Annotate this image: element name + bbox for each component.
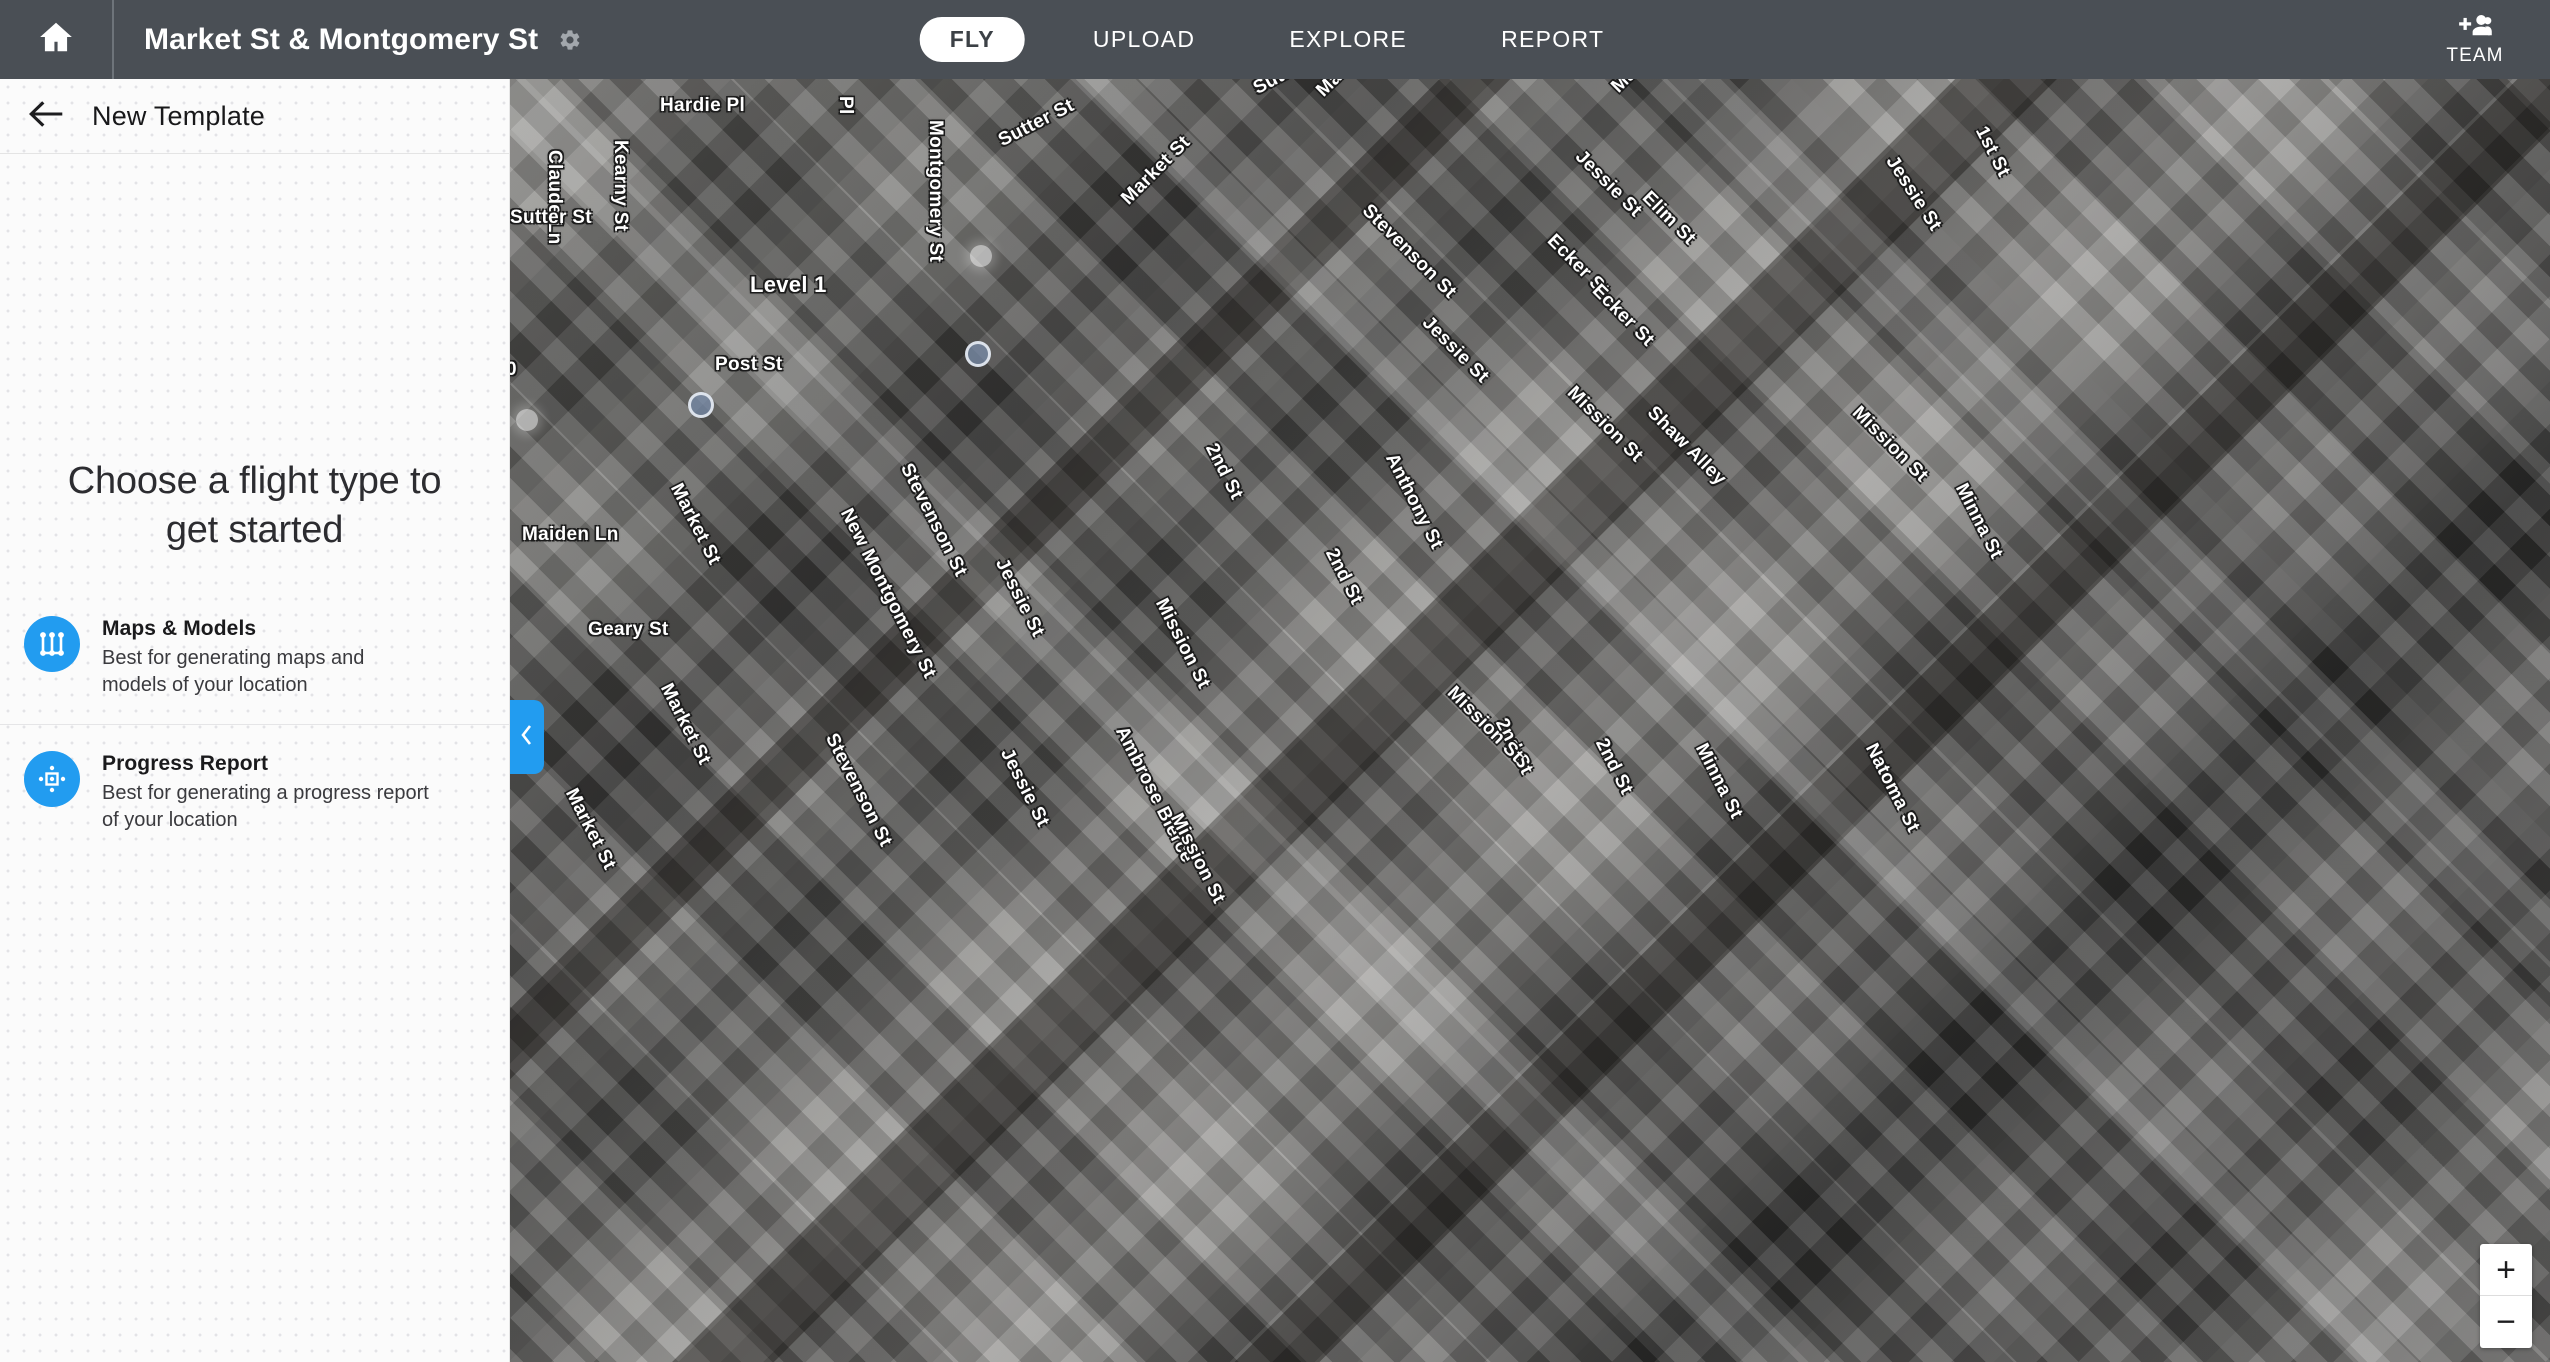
person-add-icon (2458, 13, 2492, 42)
flight-type-prompt: Choose a flight type to get started (67, 460, 442, 551)
flight-option-progress-report[interactable]: Progress Report Best for generating a pr… (0, 724, 509, 859)
tab-fly[interactable]: FLY (919, 17, 1025, 62)
polygon-boundary-icon (24, 616, 80, 673)
orbit-target-icon (24, 751, 80, 808)
left-sidebar-panel: New Template Choose a flight type to get… (0, 79, 510, 1362)
flight-option-title: Maps & Models (102, 617, 257, 641)
chevron-left-icon (519, 723, 535, 752)
map-canvas[interactable]: Hardie Pl Claude Ln Kearny St Montgomery St… (510, 79, 2550, 1362)
primary-nav-tabs: FLY UPLOAD EXPLORE REPORT (919, 0, 1631, 79)
flight-option-text: Maps & Models Best for generating maps a… (102, 616, 432, 698)
sidebar-header: New Template (0, 79, 509, 154)
flight-option-title: Progress Report (102, 752, 269, 776)
top-navigation-bar: Market St & Montgomery St FLY UPLOAD EXP… (0, 0, 2550, 79)
tab-report[interactable]: REPORT (1475, 17, 1630, 62)
arrow-left-icon (29, 100, 63, 132)
home-icon (37, 18, 75, 61)
flight-option-text: Progress Report Best for generating a pr… (102, 751, 432, 833)
back-button[interactable] (0, 79, 92, 154)
tab-explore[interactable]: EXPLORE (1263, 17, 1433, 62)
map-zoom-controls: + − (2480, 1244, 2532, 1348)
home-button[interactable] (0, 0, 112, 79)
flight-option-description: Best for generating a progress report of… (102, 782, 429, 831)
sidebar-title: New Template (92, 100, 265, 131)
team-label: TEAM (2446, 44, 2504, 66)
team-button[interactable]: TEAM (2420, 0, 2530, 79)
gear-icon[interactable] (558, 28, 582, 52)
page-title: Market St & Montgomery St (144, 22, 539, 56)
site-title-group: Market St & Montgomery St (114, 23, 582, 57)
sidebar-collapse-handle[interactable] (510, 700, 544, 774)
flight-option-maps-and-models[interactable]: Maps & Models Best for generating maps a… (0, 590, 509, 724)
zoom-out-button[interactable]: − (2480, 1296, 2532, 1348)
sidebar-content: Choose a flight type to get started Maps… (0, 154, 509, 1362)
tab-upload[interactable]: UPLOAD (1067, 17, 1221, 62)
flight-option-description: Best for generating maps and models of y… (102, 647, 365, 696)
zoom-in-button[interactable]: + (2480, 1244, 2532, 1296)
app-root: Market St & Montgomery St FLY UPLOAD EXP… (0, 0, 2550, 1362)
